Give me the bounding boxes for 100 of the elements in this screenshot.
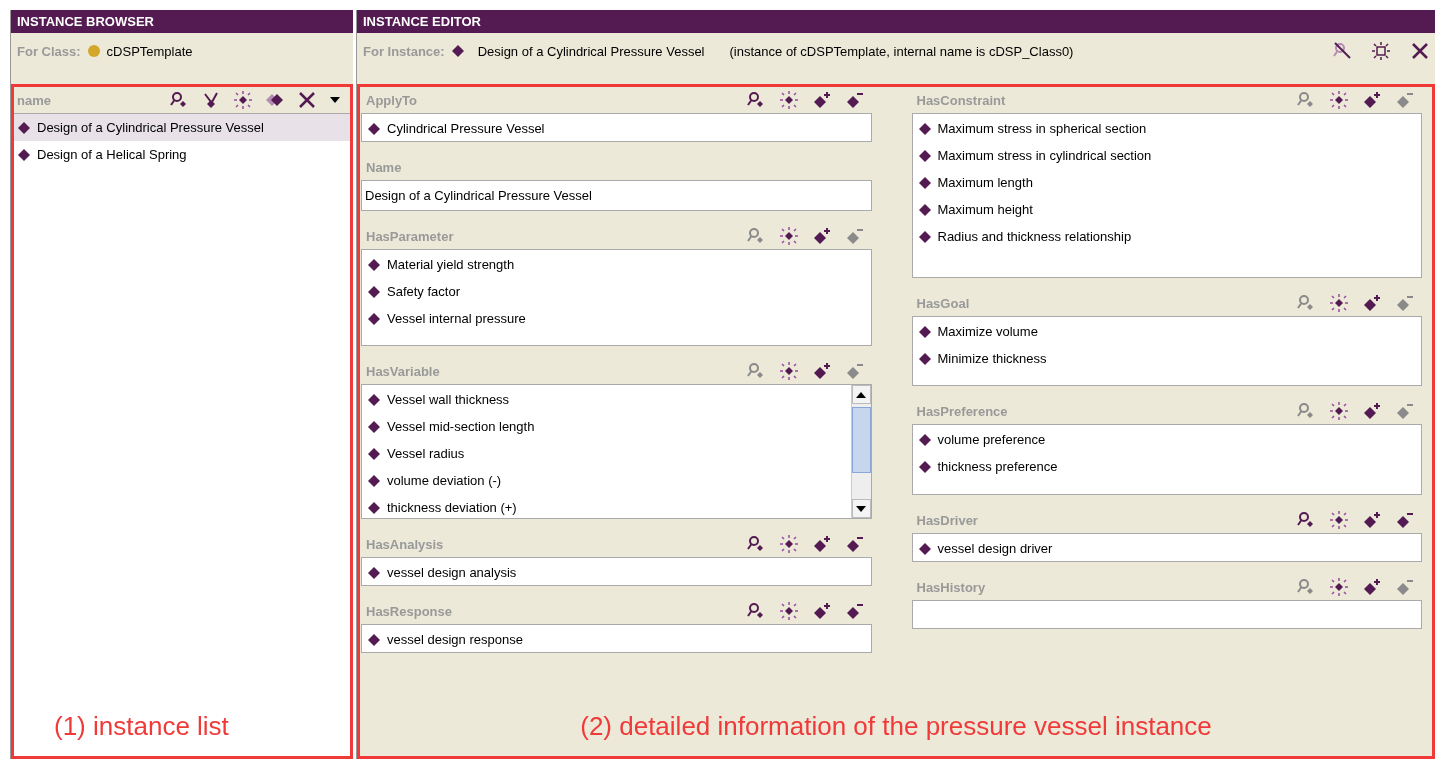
- sparkle-icon[interactable]: [1330, 511, 1348, 529]
- diamonds-icon[interactable]: [266, 91, 284, 109]
- value-item[interactable]: volume preference: [912, 426, 1421, 453]
- instance-icon: [368, 474, 380, 487]
- instance-icon: [918, 460, 931, 473]
- add-icon[interactable]: [1363, 294, 1381, 312]
- slot-label: HasAnalysis: [366, 536, 445, 552]
- sparkle-icon[interactable]: [1330, 578, 1348, 596]
- value-field[interactable]: [911, 600, 1422, 629]
- sparkle-icon[interactable]: [779, 91, 798, 109]
- value-item[interactable]: Vessel mid-section length: [362, 413, 851, 440]
- instance-icon: [368, 447, 380, 460]
- value-item[interactable]: Maximize volume: [912, 318, 1421, 345]
- close-icon[interactable]: [1411, 42, 1429, 60]
- instance-icon: [368, 312, 380, 325]
- value-item[interactable]: Vessel wall thickness: [362, 386, 851, 413]
- instance-icon: [368, 633, 380, 646]
- slot-label: HasVariable: [366, 363, 441, 379]
- value-item[interactable]: Maximum length: [912, 169, 1421, 196]
- instance-icon: [918, 176, 931, 189]
- remove-icon[interactable]: [845, 91, 864, 109]
- add-icon[interactable]: [812, 535, 831, 553]
- add-icon[interactable]: [1363, 402, 1381, 420]
- add-icon[interactable]: [1363, 91, 1381, 109]
- add-icon[interactable]: [812, 91, 831, 109]
- value-list[interactable]: Maximize volume Minimize thickness: [911, 316, 1422, 386]
- value-item[interactable]: thickness deviation (+): [362, 494, 851, 521]
- add-icon[interactable]: [1363, 578, 1381, 596]
- sparkle-icon[interactable]: [234, 91, 252, 109]
- instance-icon: [918, 230, 931, 243]
- remove-icon[interactable]: [845, 535, 864, 553]
- value-item[interactable]: Maximum stress in cylindrical section: [912, 142, 1421, 169]
- scroll-up-button[interactable]: [851, 385, 871, 404]
- value-item[interactable]: Safety factor: [362, 278, 871, 305]
- instance-icon: [368, 420, 380, 433]
- crossed-search-icon[interactable]: [1333, 42, 1351, 60]
- add-icon[interactable]: [812, 227, 831, 245]
- instance-icon: [18, 121, 30, 134]
- slot-label: HasParameter: [366, 228, 455, 244]
- instance-icon: [368, 285, 380, 298]
- value-list[interactable]: Material yield strength Safety factor Vessel internal pressure: [361, 249, 872, 346]
- sparkle-icon[interactable]: [779, 362, 798, 380]
- add-icon[interactable]: [812, 602, 831, 620]
- add-icon[interactable]: [812, 362, 831, 380]
- slot-label: HasDriver: [916, 512, 979, 528]
- value-item[interactable]: Vessel radius: [362, 440, 851, 467]
- sparkle-icon[interactable]: [779, 602, 798, 620]
- instance-icon: [918, 203, 931, 216]
- value-list[interactable]: Maximum stress in spherical section Maximum stress in cylindrical section Maximum length Maximum height Radius and thickness relationship: [911, 113, 1422, 278]
- class-name: cDSPTemplate: [106, 43, 193, 59]
- column-header: name: [17, 92, 52, 108]
- value-item[interactable]: Vessel internal pressure: [362, 305, 871, 332]
- search-icon[interactable]: [746, 91, 765, 109]
- value-item[interactable]: Maximum height: [912, 196, 1421, 223]
- scroll-down-button[interactable]: [851, 499, 871, 518]
- instance-item[interactable]: Design of a Helical Spring: [14, 141, 350, 168]
- instance-icon: [451, 45, 464, 57]
- instance-icon: [368, 258, 380, 271]
- annotation-text: (2) detailed information of the pressure vessel instance: [579, 711, 1213, 743]
- value-item[interactable]: volume deviation (-): [362, 467, 851, 494]
- up-arrow-icon: [856, 391, 866, 398]
- value-item[interactable]: thickness preference: [912, 453, 1421, 480]
- search-icon[interactable]: [746, 535, 765, 553]
- value-item[interactable]: vessel design response: [362, 626, 871, 653]
- remove-icon[interactable]: [1396, 511, 1414, 529]
- value-item[interactable]: Radius and thickness relationship: [912, 223, 1421, 250]
- instance-icon: [368, 393, 380, 406]
- value-list[interactable]: volume preference thickness preference: [911, 424, 1422, 495]
- slot-label: HasConstraint: [916, 92, 1007, 108]
- remove-icon[interactable]: [845, 602, 864, 620]
- value-item[interactable]: vessel design analysis: [362, 559, 871, 586]
- value-item[interactable]: vessel design driver: [912, 535, 1421, 562]
- slot-label: ApplyTo: [366, 92, 419, 108]
- sparkle-icon[interactable]: [1330, 294, 1348, 312]
- sparkle-icon[interactable]: [1330, 402, 1348, 420]
- instance-icon: [368, 566, 380, 579]
- search-icon[interactable]: [746, 602, 765, 620]
- instance-icon: [918, 122, 931, 135]
- scroll-thumb[interactable]: [851, 407, 871, 473]
- search-icon[interactable]: [1297, 511, 1315, 529]
- slot-label: HasResponse: [366, 603, 453, 619]
- sparkle-icon[interactable]: [779, 535, 798, 553]
- name-field[interactable]: Design of a Cylindrical Pressure Vessel: [361, 180, 872, 211]
- dropdown-icon[interactable]: [330, 97, 340, 103]
- slot-label: HasPreference: [916, 403, 1009, 419]
- delete-icon[interactable]: [298, 91, 316, 109]
- value-item[interactable]: Maximum stress in spherical section: [912, 115, 1421, 142]
- select-frame-icon[interactable]: [1372, 42, 1390, 60]
- add-icon[interactable]: [1363, 511, 1381, 529]
- search-icon[interactable]: [170, 91, 188, 109]
- instance-name: Design of a Cylindrical Pressure Vessel: [477, 43, 705, 59]
- value-item[interactable]: Material yield strength: [362, 251, 871, 278]
- panel-title: INSTANCE EDITOR: [357, 10, 1435, 33]
- value-list[interactable]: Vessel wall thickness Vessel mid-section length Vessel radius volume deviation (-) thickness deviation (+): [361, 384, 872, 519]
- value-item[interactable]: Minimize thickness: [912, 345, 1421, 372]
- sparkle-icon[interactable]: [1330, 91, 1348, 109]
- sparkle-icon[interactable]: [779, 227, 798, 245]
- value-item[interactable]: Cylindrical Pressure Vessel: [362, 115, 871, 142]
- branch-icon[interactable]: [202, 91, 220, 109]
- instance-item[interactable]: Design of a Cylindrical Pressure Vessel: [14, 114, 350, 141]
